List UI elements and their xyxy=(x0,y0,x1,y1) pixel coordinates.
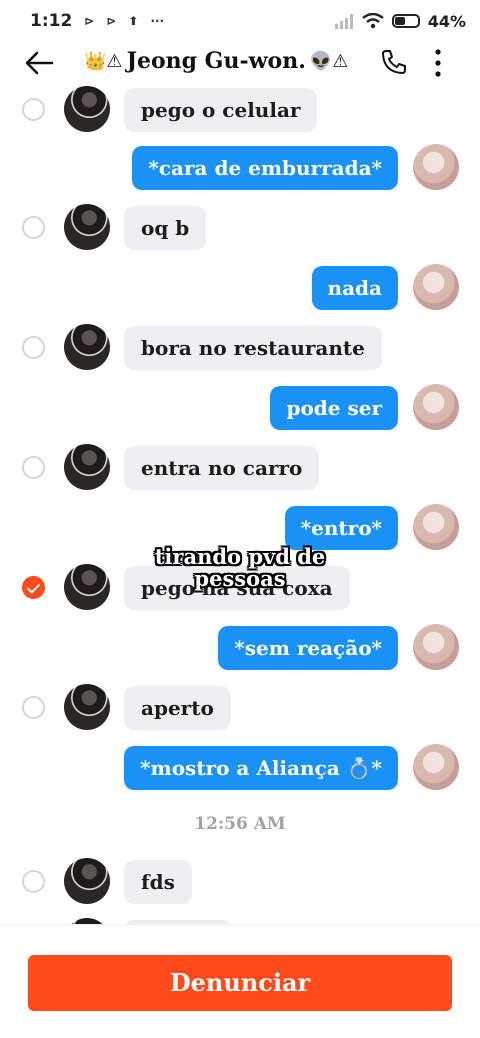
select-message-checkbox[interactable] xyxy=(22,216,45,239)
message-row-outgoing[interactable]: nada xyxy=(0,264,480,312)
contact-name: Jeong Gu-won. xyxy=(126,48,306,74)
select-message-checkbox[interactable] xyxy=(22,98,45,121)
phone-icon[interactable] xyxy=(380,48,408,76)
contact-avatar[interactable] xyxy=(64,204,110,250)
message-row-incoming[interactable]: bora no restaurante xyxy=(0,324,480,372)
status-bar: 1:12 ⊳ ⊳ ⬆ ··· 44% xyxy=(0,0,480,42)
message-bubble-outgoing[interactable]: *sem reação* xyxy=(218,626,398,670)
message-row-incoming[interactable]: oq b xyxy=(0,204,480,252)
message-bubble-incoming[interactable]: bora no restaurante xyxy=(124,326,382,370)
select-message-checkbox[interactable] xyxy=(22,696,45,719)
contact-avatar[interactable] xyxy=(64,86,110,132)
media-icon: ⊳ xyxy=(84,14,95,28)
message-bubble-outgoing[interactable]: *cara de emburrada* xyxy=(132,146,398,190)
message-bubble-outgoing[interactable]: nada xyxy=(311,266,398,310)
crown-icon: 👑⚠ xyxy=(84,50,123,72)
more-notifications-icon: ··· xyxy=(150,14,165,28)
message-row-outgoing[interactable]: *entro* xyxy=(0,504,480,552)
message-row-incoming[interactable]: pego o celular xyxy=(0,86,480,134)
upload-icon: ⬆ xyxy=(128,14,139,28)
message-timestamp: 12:56 AM xyxy=(194,814,286,834)
report-button[interactable]: Denunciar xyxy=(28,955,452,1011)
message-row-incoming[interactable]: entra no carro xyxy=(0,444,480,492)
chat-header: 👑⚠ Jeong Gu-won. 👽⚠ xyxy=(0,42,480,86)
contact-avatar[interactable] xyxy=(64,564,110,610)
own-avatar[interactable] xyxy=(413,744,459,790)
message-row-outgoing[interactable]: *cara de emburrada* xyxy=(0,144,480,192)
more-vertical-icon[interactable] xyxy=(428,46,448,80)
media-icon: ⊳ xyxy=(106,14,117,28)
select-message-checkbox[interactable] xyxy=(22,870,45,893)
message-bubble-incoming[interactable]: aperto xyxy=(124,686,231,730)
battery-percent: 44% xyxy=(427,11,466,31)
signal-icon xyxy=(334,14,353,29)
wifi-icon xyxy=(361,13,384,29)
message-bubble-incoming[interactable]: oq b xyxy=(124,206,207,250)
message-row-outgoing[interactable]: *sem reação* xyxy=(0,624,480,672)
bottom-bar: Denunciar xyxy=(0,924,480,1038)
message-bubble-outgoing[interactable]: *mostro a Aliança 💍* xyxy=(124,746,398,790)
contact-avatar[interactable] xyxy=(64,324,110,370)
battery-level xyxy=(394,17,406,25)
select-message-checkbox[interactable] xyxy=(22,576,45,599)
own-avatar[interactable] xyxy=(413,504,459,550)
own-avatar[interactable] xyxy=(413,144,459,190)
contact-avatar[interactable] xyxy=(64,444,110,490)
message-row-incoming[interactable]: aperto xyxy=(0,684,480,732)
message-row-incoming[interactable]: fds xyxy=(0,858,480,906)
message-list[interactable]: pego o celular *cara de emburrada* oq b nad… xyxy=(0,86,480,924)
message-bubble-outgoing[interactable]: *entro* xyxy=(284,506,398,550)
battery-icon xyxy=(391,14,420,28)
own-avatar[interactable] xyxy=(413,264,459,310)
message-bubble-incoming[interactable]: pego na sua coxa xyxy=(124,566,350,610)
status-time: 1:12 xyxy=(30,11,73,31)
select-message-checkbox[interactable] xyxy=(22,336,45,359)
message-row-outgoing[interactable]: *mostro a Aliança 💍* xyxy=(0,744,480,792)
message-bubble-outgoing[interactable]: pode ser xyxy=(270,386,398,430)
message-row-outgoing[interactable]: pode ser xyxy=(0,384,480,432)
select-message-checkbox[interactable] xyxy=(22,456,45,479)
message-bubble-incoming[interactable]: entra no carro xyxy=(124,446,320,490)
message-row-incoming[interactable]: pego na sua coxa xyxy=(0,564,480,612)
own-avatar[interactable] xyxy=(413,384,459,430)
chat-title[interactable]: 👑⚠ Jeong Gu-won. 👽⚠ xyxy=(84,48,348,74)
message-bubble-incoming[interactable]: pego o celular xyxy=(124,88,318,132)
contact-avatar[interactable] xyxy=(64,684,110,730)
own-avatar[interactable] xyxy=(413,624,459,670)
alien-icon: 👽⚠ xyxy=(309,50,349,72)
contact-avatar[interactable] xyxy=(64,858,110,904)
message-bubble-incoming[interactable]: fds xyxy=(124,860,192,904)
arrow-left-icon[interactable] xyxy=(22,46,56,80)
